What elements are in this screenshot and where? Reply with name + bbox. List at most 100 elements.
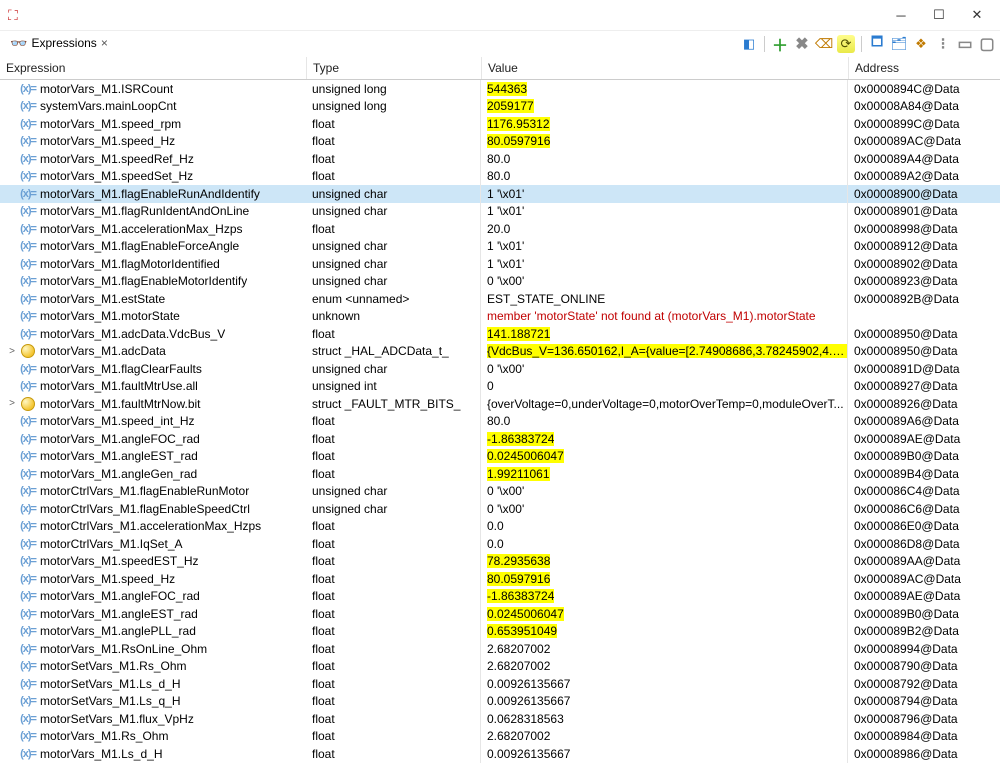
value-cell[interactable]: 80.0 (481, 413, 848, 431)
value-cell[interactable]: -1.86383724 (481, 588, 848, 606)
value-cell[interactable]: 0.0245006047 (481, 448, 848, 466)
table-row[interactable]: (x)=motorSetVars_M1.Rs_Ohmfloat2.6820700… (0, 658, 1000, 676)
value-cell[interactable]: -1.86383724 (481, 430, 848, 448)
table-row[interactable]: (x)=motorVars_M1.speed_Hzfloat80.0597916… (0, 570, 1000, 588)
window-close-button[interactable]: ✕ (962, 4, 992, 26)
remove-all-icon[interactable]: ⌫ (815, 35, 833, 53)
table-row[interactable]: (x)=motorCtrlVars_M1.IqSet_Afloat0.00x00… (0, 535, 1000, 553)
table-row[interactable]: (x)=motorVars_M1.angleEST_radfloat0.0245… (0, 605, 1000, 623)
table-row[interactable]: (x)=motorVars_M1.angleFOC_radfloat-1.863… (0, 588, 1000, 606)
value-cell[interactable]: 1 '\x01' (481, 255, 848, 273)
value-cell[interactable]: 1.99211061 (481, 465, 848, 483)
table-row[interactable]: (x)=motorVars_M1.accelerationMax_Hzpsflo… (0, 220, 1000, 238)
table-row[interactable]: (x)=motorSetVars_M1.Ls_q_Hfloat0.0092613… (0, 693, 1000, 711)
table-row[interactable]: (x)=motorVars_M1.speed_rpmfloat1176.9531… (0, 115, 1000, 133)
value-cell[interactable]: 2.68207002 (481, 658, 848, 676)
value-cell[interactable]: 0 '\x00' (481, 500, 848, 518)
header-value[interactable]: Value (482, 57, 849, 79)
expressions-rows[interactable]: (x)=motorVars_M1.ISRCountunsigned long54… (0, 80, 1000, 783)
value-cell[interactable]: 2059177 (481, 98, 848, 116)
refresh-icon[interactable]: ⟳ (837, 35, 855, 53)
minimize-view-icon[interactable]: ▭ (956, 35, 974, 53)
tab-close-icon[interactable]: × (101, 36, 108, 50)
value-cell[interactable]: 0.0245006047 (481, 605, 848, 623)
value-cell[interactable]: 0 '\x00' (481, 360, 848, 378)
table-row[interactable]: (x)=motorVars_M1.Ls_d_Hfloat0.0092613566… (0, 745, 1000, 763)
value-cell[interactable]: 0 (481, 378, 848, 396)
table-row[interactable]: (x)=motorVars_M1.motorStateunknownmember… (0, 308, 1000, 326)
table-row[interactable]: (x)=motorVars_M1.speed_Hzfloat80.0597916… (0, 133, 1000, 151)
value-cell[interactable]: 0 '\x00' (481, 483, 848, 501)
value-cell[interactable]: 0.653951049 (481, 623, 848, 641)
new-tab-icon[interactable]: 🗖 (868, 35, 886, 53)
import-icon[interactable]: 🗂 (890, 35, 908, 53)
value-cell[interactable]: 80.0597916 (481, 133, 848, 151)
table-row[interactable]: (x)=motorVars_M1.speed_int_Hzfloat80.00x… (0, 413, 1000, 431)
value-cell[interactable]: 78.2935638 (481, 553, 848, 571)
value-cell[interactable]: 0.0628318563 (481, 710, 848, 728)
value-cell[interactable]: 1176.95312 (481, 115, 848, 133)
value-cell[interactable]: 0.0 (481, 535, 848, 553)
value-cell[interactable]: 0.00926135667 (481, 745, 848, 763)
value-cell[interactable]: 0.00926135667 (481, 675, 848, 693)
table-row[interactable]: (x)=motorVars_M1.estStateenum <unnamed>E… (0, 290, 1000, 308)
window-maximize-button[interactable]: ☐ (924, 4, 954, 26)
remove-expression-icon[interactable]: ✖ (793, 35, 811, 53)
value-cell[interactable]: 2.68207002 (481, 728, 848, 746)
table-row[interactable]: (x)=motorSetVars_M1.Ls_d_Hfloat0.0092613… (0, 675, 1000, 693)
value-cell[interactable]: 80.0 (481, 150, 848, 168)
header-type[interactable]: Type (307, 57, 482, 79)
value-cell[interactable]: 0.00926135667 (481, 693, 848, 711)
maximize-view-icon[interactable]: ▢ (978, 35, 996, 53)
table-row[interactable]: (x)=motorCtrlVars_M1.flagEnableSpeedCtrl… (0, 500, 1000, 518)
view-menu-icon[interactable]: ⁝ (934, 35, 952, 53)
value-cell[interactable]: 141.188721 (481, 325, 848, 343)
table-row[interactable]: (x)=motorVars_M1.angleFOC_radfloat-1.863… (0, 430, 1000, 448)
value-cell[interactable]: 2.68207002 (481, 640, 848, 658)
value-cell[interactable]: 1 '\x01' (481, 185, 848, 203)
table-row[interactable]: >motorVars_M1.adcDatastruct _HAL_ADCData… (0, 343, 1000, 361)
value-cell[interactable]: 0 '\x00' (481, 273, 848, 291)
table-row[interactable]: (x)=motorCtrlVars_M1.flagEnableRunMotoru… (0, 483, 1000, 501)
table-row[interactable]: (x)=motorVars_M1.flagEnableForceAngleuns… (0, 238, 1000, 256)
value-cell[interactable]: {VdcBus_V=136.650162,I_A={value=[2.74908… (481, 343, 848, 361)
header-expression[interactable]: Expression (0, 57, 307, 79)
table-row[interactable]: (x)=motorVars_M1.flagEnableRunAndIdentif… (0, 185, 1000, 203)
value-cell[interactable]: member 'motorState' not found at (motorV… (481, 308, 848, 326)
table-row[interactable]: (x)=motorVars_M1.faultMtrUse.allunsigned… (0, 378, 1000, 396)
table-row[interactable]: (x)=motorVars_M1.RsOnLine_Ohmfloat2.6820… (0, 640, 1000, 658)
expander-icon[interactable]: > (6, 346, 18, 357)
tab-expressions[interactable]: 👓 Expressions × (4, 31, 114, 57)
value-cell[interactable]: 0.0 (481, 518, 848, 536)
header-address[interactable]: Address (849, 57, 1000, 79)
table-row[interactable]: (x)=motorVars_M1.Rs_Ohmfloat2.682070020x… (0, 728, 1000, 746)
table-row[interactable]: (x)=motorVars_M1.flagMotorIdentifiedunsi… (0, 255, 1000, 273)
table-row[interactable]: (x)=motorVars_M1.speedSet_Hzfloat80.00x0… (0, 168, 1000, 186)
table-row[interactable]: (x)=motorSetVars_M1.flux_VpHzfloat0.0628… (0, 710, 1000, 728)
table-row[interactable]: (x)=motorVars_M1.speedEST_Hzfloat78.2935… (0, 553, 1000, 571)
create-view-icon[interactable]: ◧ (740, 35, 758, 53)
value-cell[interactable]: EST_STATE_ONLINE (481, 290, 848, 308)
table-row[interactable]: (x)=motorCtrlVars_M1.accelerationMax_Hzp… (0, 518, 1000, 536)
table-row[interactable]: (x)=motorVars_M1.angleEST_radfloat0.0245… (0, 448, 1000, 466)
value-cell[interactable]: 544363 (481, 80, 848, 98)
table-row[interactable]: (x)=motorVars_M1.flagClearFaultsunsigned… (0, 360, 1000, 378)
value-cell[interactable]: {overVoltage=0,underVoltage=0,motorOverT… (481, 395, 848, 413)
value-cell[interactable]: 1 '\x01' (481, 203, 848, 221)
value-cell[interactable]: 80.0597916 (481, 570, 848, 588)
expander-icon[interactable]: > (6, 398, 18, 409)
value-cell[interactable]: 1 '\x01' (481, 238, 848, 256)
table-row[interactable]: (x)=motorVars_M1.speedRef_Hzfloat80.00x0… (0, 150, 1000, 168)
table-row[interactable]: (x)=motorVars_M1.adcData.VdcBus_Vfloat14… (0, 325, 1000, 343)
table-row[interactable]: (x)=motorVars_M1.angleGen_radfloat1.9921… (0, 465, 1000, 483)
table-row[interactable]: (x)=motorVars_M1.ISRCountunsigned long54… (0, 80, 1000, 98)
graph-icon[interactable]: ❖ (912, 35, 930, 53)
add-expression-icon[interactable]: ＋ (771, 35, 789, 53)
window-minimize-button[interactable]: ─ (886, 4, 916, 26)
table-row[interactable]: (x)=motorVars_M1.anglePLL_radfloat0.6539… (0, 623, 1000, 641)
table-row[interactable]: (x)=motorVars_M1.flagEnableMotorIdentify… (0, 273, 1000, 291)
table-row[interactable]: (x)=systemVars.mainLoopCntunsigned long2… (0, 98, 1000, 116)
value-cell[interactable]: 20.0 (481, 220, 848, 238)
value-cell[interactable]: 80.0 (481, 168, 848, 186)
table-row[interactable]: (x)=motorVars_M1.flagRunIdentAndOnLineun… (0, 203, 1000, 221)
